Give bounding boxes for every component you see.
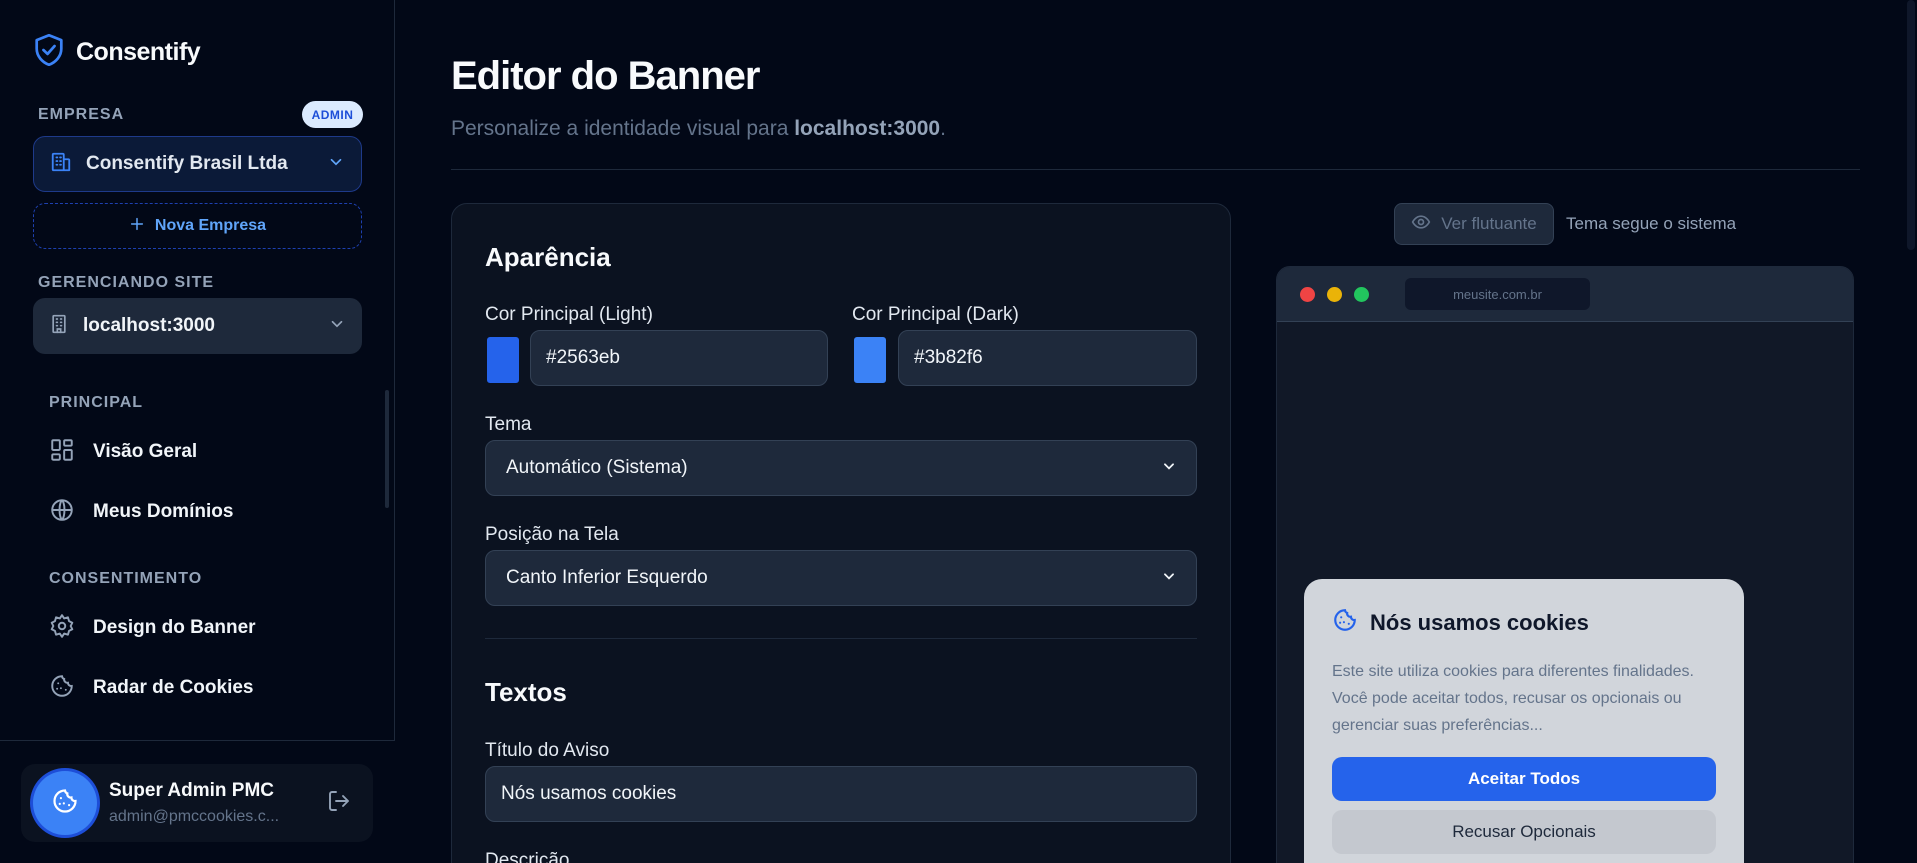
- editor-panel: Aparência Cor Principal (Light) Cor Prin…: [451, 203, 1231, 863]
- company-name: Consentify Brasil Ltda: [86, 153, 288, 174]
- maximize-dot-icon: [1354, 286, 1369, 302]
- user-card: Super Admin PMC admin@pmccookies.c...: [21, 764, 373, 842]
- brand[interactable]: Consentify: [34, 33, 201, 71]
- browser-url: meusite.com.br: [1405, 278, 1590, 310]
- description-label: Descrição: [485, 850, 570, 863]
- section-divider: [485, 638, 1197, 639]
- reject-optional-button[interactable]: Recusar Opcionais: [1332, 810, 1716, 854]
- nav-item-visao-geral[interactable]: Visão Geral: [49, 432, 197, 472]
- plus-icon: [129, 216, 145, 237]
- cookie-banner-description: Este site utiliza cookies para diferente…: [1332, 663, 1694, 734]
- chevron-down-icon: [328, 315, 346, 338]
- gear-icon: [49, 613, 75, 644]
- avatar[interactable]: [33, 771, 97, 835]
- nav-item-radar-de-cookies[interactable]: Radar de Cookies: [49, 668, 254, 708]
- user-info: Super Admin PMC admin@pmccookies.c...: [109, 780, 315, 826]
- position-label: Posição na Tela: [485, 524, 619, 545]
- site-selector[interactable]: localhost:3000: [33, 298, 362, 354]
- color-dark-swatch[interactable]: [854, 337, 886, 383]
- position-select[interactable]: Canto Inferior Esquerdo: [485, 550, 1197, 606]
- company-selector[interactable]: Consentify Brasil Ltda: [33, 136, 362, 192]
- building-icon: [49, 313, 69, 340]
- close-dot-icon: [1300, 286, 1315, 302]
- minimize-dot-icon: [1327, 286, 1342, 302]
- main-scrollbar[interactable]: [1907, 0, 1915, 250]
- site-name: localhost:3000: [83, 315, 215, 336]
- theme-note: Tema segue o sistema: [1566, 214, 1737, 233]
- theme-select[interactable]: Automático (Sistema): [485, 440, 1197, 496]
- color-dark-label: Cor Principal (Dark): [852, 304, 1019, 325]
- accept-all-button[interactable]: Aceitar Todos: [1332, 757, 1716, 801]
- new-company-label: Nova Empresa: [154, 217, 267, 234]
- nav-item-label: Radar de Cookies: [93, 677, 254, 698]
- logout-icon[interactable]: [327, 789, 351, 818]
- cookie-icon: [51, 787, 79, 820]
- preview-toolbar: Ver flutuante Tema segue o sistema: [1394, 203, 1736, 245]
- texts-heading: Textos: [485, 677, 567, 707]
- site-section-label: GERENCIANDO SITE: [38, 274, 215, 291]
- subtitle-prefix: Personalize a identidade visual para: [451, 117, 795, 140]
- chevron-down-icon: [327, 153, 345, 176]
- nav-section-principal: PRINCIPAL: [49, 394, 144, 411]
- browser-bar: meusite.com.br: [1277, 267, 1853, 322]
- eye-icon: [1411, 212, 1431, 237]
- float-preview-label: Ver flutuante: [1441, 214, 1537, 233]
- subtitle-site: localhost:3000: [794, 117, 941, 140]
- user-email: admin@pmccookies.c...: [109, 808, 280, 825]
- theme-label: Tema: [485, 414, 532, 435]
- page-subtitle: Personalize a identidade visual para loc…: [451, 117, 946, 141]
- notice-title-label: Título do Aviso: [485, 740, 610, 761]
- sidebar-scrollbar[interactable]: [385, 390, 389, 508]
- cookie-icon: [1332, 607, 1358, 638]
- position-select-value: Canto Inferior Esquerdo: [506, 567, 708, 588]
- color-light-input[interactable]: #2563eb: [530, 330, 828, 386]
- brand-name: Consentify: [76, 38, 201, 66]
- main-content: Editor do Banner Personalize a identidad…: [396, 0, 1917, 863]
- color-dark-input[interactable]: #3b82f6: [898, 330, 1197, 386]
- nav-item-meus-dominios[interactable]: Meus Domínios: [49, 492, 233, 532]
- cookie-banner-preview: Nós usamos cookies Este site utiliza coo…: [1304, 579, 1744, 863]
- appearance-heading: Aparência: [485, 242, 611, 272]
- cookie-banner-title: Nós usamos cookies: [1370, 609, 1589, 635]
- building-icon: [50, 151, 72, 178]
- color-light-swatch[interactable]: [487, 337, 519, 383]
- globe-icon: [49, 497, 75, 528]
- nav-item-label: Visão Geral: [93, 441, 198, 462]
- nav-item-label: Design do Banner: [93, 617, 256, 638]
- sidebar: Consentify EMPRESA ADMIN Consentify Bras…: [0, 0, 395, 863]
- shield-icon: [34, 33, 64, 71]
- theme-select-value: Automático (Sistema): [506, 457, 688, 478]
- subtitle-suffix: .: [940, 117, 946, 140]
- user-name: Super Admin PMC: [109, 780, 275, 801]
- browser-mockup: meusite.com.br Nós usamos cookies Este s…: [1276, 266, 1854, 863]
- chevron-down-icon: [1162, 567, 1176, 589]
- nav-item-label: Meus Domínios: [93, 501, 234, 522]
- admin-badge: ADMIN: [302, 101, 363, 128]
- notice-title-input[interactable]: Nós usamos cookies: [485, 766, 1197, 822]
- cookie-banner-header: Nós usamos cookies: [1332, 607, 1716, 638]
- float-preview-button[interactable]: Ver flutuante: [1394, 203, 1554, 245]
- chevron-down-icon: [1162, 457, 1176, 479]
- header-divider: [451, 169, 1860, 170]
- nav-section-consentimento: CONSENTIMENTO: [49, 570, 203, 587]
- color-light-label: Cor Principal (Light): [485, 304, 653, 325]
- nav-item-design-do-banner[interactable]: Design do Banner: [49, 608, 256, 648]
- cookie-icon: [49, 673, 75, 704]
- page-title: Editor do Banner: [451, 54, 760, 98]
- app-root: Consentify EMPRESA ADMIN Consentify Bras…: [0, 0, 1917, 863]
- new-company-button[interactable]: Nova Empresa: [33, 203, 362, 249]
- grid-icon: [49, 437, 75, 468]
- company-section-label: EMPRESA: [38, 106, 125, 123]
